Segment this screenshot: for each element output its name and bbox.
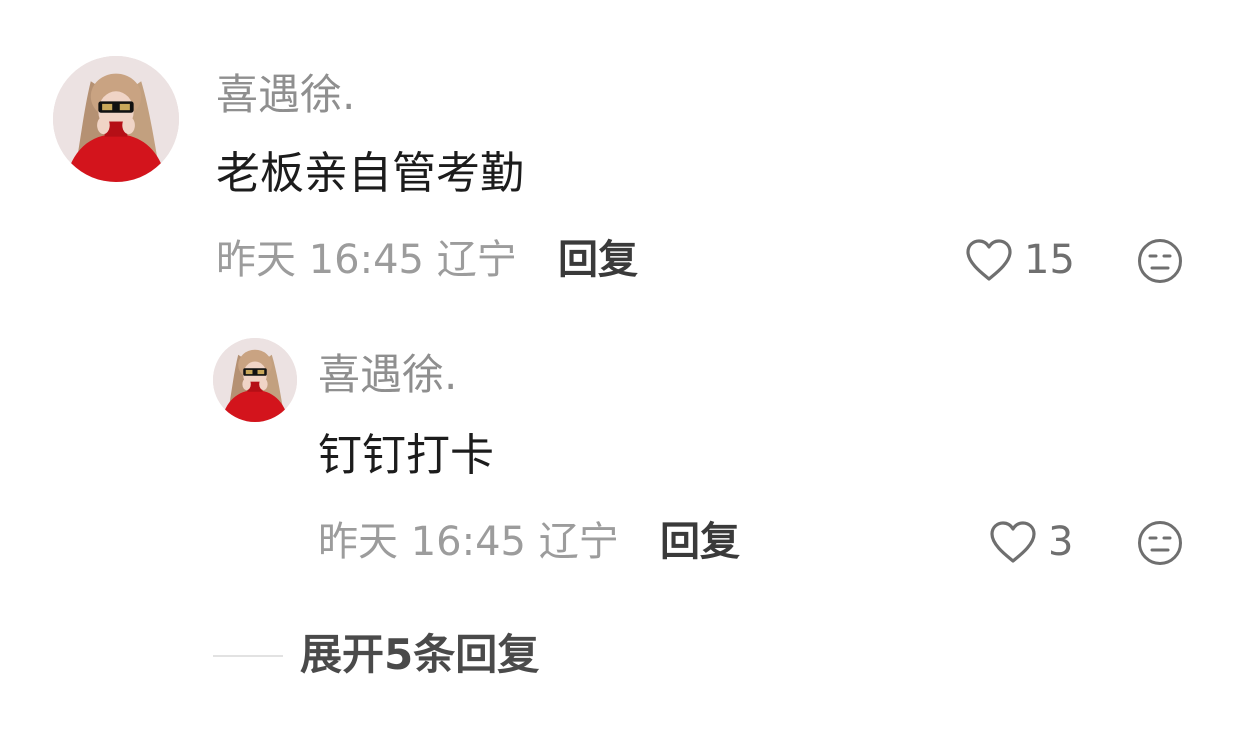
like-button[interactable]: 15: [964, 238, 1075, 282]
avatar-image: [213, 338, 297, 422]
comment-meta: 昨天 16:45 辽宁: [216, 240, 517, 280]
avatar-image: [53, 56, 179, 182]
like-count: 15: [1024, 237, 1075, 283]
heart-outline-icon: [966, 239, 1012, 281]
comment-time: 昨天 16:45: [216, 237, 424, 283]
neutral-face-icon: [1138, 239, 1182, 283]
reply-like-button[interactable]: 3: [988, 520, 1073, 564]
reply-to-reply-button[interactable]: 回复: [660, 522, 740, 562]
expand-replies-button[interactable]: 展开5条回复: [300, 634, 539, 676]
comment-text: 老板亲自管考勤: [216, 148, 524, 199]
comment-username[interactable]: 喜遇徐.: [216, 74, 355, 116]
reply-button[interactable]: 回复: [558, 240, 638, 280]
reply-like-count: 3: [1048, 519, 1074, 565]
reply-avatar[interactable]: [213, 338, 297, 422]
reply-text: 钉钉打卡: [318, 430, 494, 481]
reaction-button[interactable]: [1137, 238, 1183, 288]
reply-time: 昨天 16:45: [318, 519, 526, 565]
heart-outline-icon: [990, 521, 1036, 563]
avatar[interactable]: [53, 56, 179, 182]
neutral-face-icon: [1138, 521, 1182, 565]
reply-location: 辽宁: [538, 519, 619, 565]
expand-divider: [213, 655, 283, 657]
reply-reaction-button[interactable]: [1137, 520, 1183, 570]
reply-username[interactable]: 喜遇徐.: [318, 354, 457, 396]
comment-thread: 喜遇徐. 老板亲自管考勤 昨天 16:45 辽宁 回复 15 喜遇徐. 钉钉打卡…: [0, 0, 1260, 734]
reply-meta: 昨天 16:45 辽宁: [318, 522, 619, 562]
comment-location: 辽宁: [436, 237, 517, 283]
